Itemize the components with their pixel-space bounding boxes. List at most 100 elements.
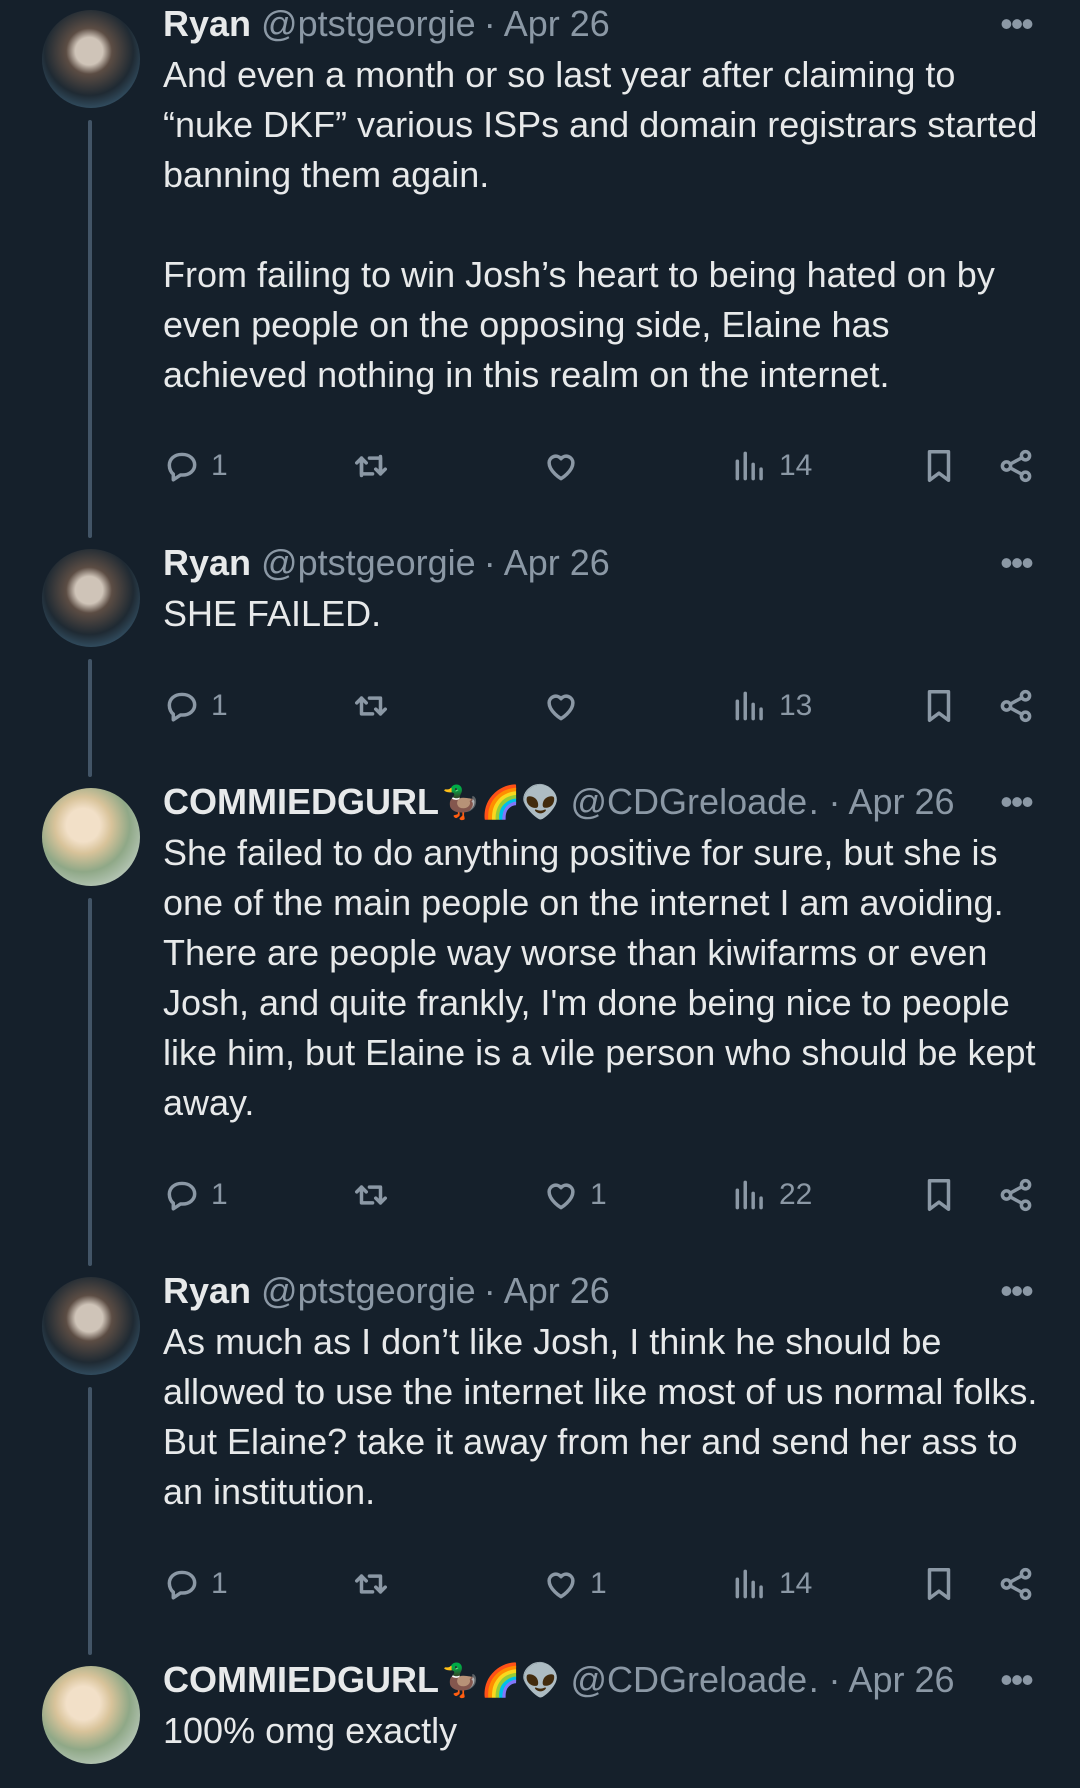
bookmark-button[interactable]	[920, 676, 958, 736]
avatar[interactable]	[42, 1666, 140, 1764]
like-button[interactable]	[542, 676, 590, 736]
bookmark-icon	[927, 1568, 951, 1600]
user-handle[interactable]: @ptstgeorgie	[261, 539, 476, 587]
tweet-date[interactable]: Apr 26	[849, 778, 955, 826]
retweet-button[interactable]	[352, 1165, 400, 1225]
tweet-header: Ryan @ptstgeorgie · Apr 26	[163, 1267, 1038, 1315]
tweet-date[interactable]: Apr 26	[504, 1267, 610, 1315]
reply-button[interactable]: 1	[163, 676, 228, 736]
views-count: 13	[779, 689, 813, 722]
share-button[interactable]	[997, 676, 1035, 736]
tweet-header: Ryan @ptstgeorgie · Apr 26	[163, 0, 1038, 48]
tweet-header: COMMIEDGURL 🦆🌈👽 @CDGreloade… · Apr 26	[163, 778, 1038, 826]
reply-count: 1	[211, 689, 228, 722]
tweet-date[interactable]: Apr 26	[504, 0, 610, 48]
tweet-text: She failed to do anything positive for s…	[163, 832, 1046, 1123]
heart-icon	[547, 1183, 575, 1210]
bookmark-icon	[927, 1179, 951, 1211]
more-icon[interactable]: •••	[994, 1656, 1038, 1704]
reply-button[interactable]: 1	[163, 1165, 228, 1225]
reply-icon	[167, 1181, 197, 1211]
avatar[interactable]	[42, 1277, 140, 1375]
retweet-button[interactable]	[352, 436, 400, 496]
tweet[interactable]: COMMIEDGURL 🦆🌈👽 @CDGreloade… · Apr 26 ••…	[0, 1656, 1080, 1788]
retweet-button[interactable]	[352, 676, 400, 736]
tweet-date[interactable]: Apr 26	[849, 1656, 955, 1704]
views-button[interactable]: 22	[731, 1165, 812, 1225]
more-icon[interactable]: •••	[994, 539, 1038, 587]
reply-count: 1	[211, 1567, 228, 1600]
tweet[interactable]: COMMIEDGURL 🦆🌈👽 @CDGreloade… · Apr 26 ••…	[0, 778, 1080, 1268]
views-button[interactable]: 13	[731, 676, 812, 736]
heart-icon	[547, 694, 575, 721]
tweet-header: COMMIEDGURL 🦆🌈👽 @CDGreloade… · Apr 26	[163, 1656, 1038, 1704]
display-name[interactable]: COMMIEDGURL	[163, 778, 439, 826]
share-icon	[1000, 689, 1032, 723]
retweet-icon	[355, 1574, 387, 1594]
more-icon[interactable]: •••	[994, 1267, 1038, 1315]
reply-icon	[167, 692, 197, 722]
separator: ·	[483, 3, 496, 44]
bookmark-button[interactable]	[920, 436, 958, 496]
share-icon	[1000, 449, 1032, 483]
tweet-actions: 1 1 14	[0, 1554, 1080, 1614]
views-icon	[735, 1180, 763, 1210]
share-icon	[1000, 1567, 1032, 1601]
tweet[interactable]: Ryan @ptstgeorgie · Apr 26 ••• SHE FAILE…	[0, 539, 1080, 779]
display-name[interactable]: Ryan	[163, 0, 251, 48]
bookmark-icon	[927, 690, 951, 722]
name-emojis: 🦆🌈👽	[440, 784, 561, 820]
separator: ·	[828, 1659, 841, 1700]
views-icon	[735, 451, 763, 481]
display-name[interactable]: Ryan	[163, 1267, 251, 1315]
tweet[interactable]: Ryan @ptstgeorgie · Apr 26 ••• And even …	[0, 0, 1080, 540]
separator: ·	[483, 542, 496, 583]
bookmark-icon	[927, 450, 951, 482]
separator: ·	[828, 781, 841, 822]
user-handle[interactable]: @ptstgeorgie	[261, 0, 476, 48]
bookmark-button[interactable]	[920, 1554, 958, 1614]
like-count: 1	[590, 1178, 607, 1211]
tweet-actions: 1 14	[0, 436, 1080, 496]
reply-icon	[167, 1570, 197, 1600]
like-button[interactable]: 1	[542, 1165, 607, 1225]
more-icon[interactable]: •••	[994, 0, 1038, 48]
views-button[interactable]: 14	[731, 1554, 812, 1614]
tweet-header: Ryan @ptstgeorgie · Apr 26	[163, 539, 1038, 587]
avatar[interactable]	[42, 788, 140, 886]
views-icon	[735, 691, 763, 721]
like-count: 1	[590, 1567, 607, 1600]
user-handle[interactable]: @ptstgeorgie	[261, 1267, 476, 1315]
heart-icon	[547, 1572, 575, 1599]
like-button[interactable]	[542, 436, 590, 496]
user-handle[interactable]: @CDGreloade…	[571, 778, 821, 826]
retweet-button[interactable]	[352, 1554, 400, 1614]
views-icon	[735, 1569, 763, 1599]
retweet-icon	[355, 696, 387, 716]
tweet-actions: 1 1 22	[0, 1165, 1080, 1225]
retweet-icon	[355, 454, 387, 478]
user-handle[interactable]: @CDGreloade…	[571, 1656, 821, 1704]
share-button[interactable]	[997, 1165, 1035, 1225]
tweet-text: As much as I don’t like Josh, I think he…	[163, 1321, 1048, 1512]
display-name[interactable]: Ryan	[163, 539, 251, 587]
display-name[interactable]: COMMIEDGURL	[163, 1656, 439, 1704]
share-button[interactable]	[997, 436, 1035, 496]
thread-line	[88, 1387, 92, 1655]
reply-button[interactable]: 1	[163, 1554, 228, 1614]
bookmark-button[interactable]	[920, 1165, 958, 1225]
tweet-date[interactable]: Apr 26	[504, 539, 610, 587]
more-icon[interactable]: •••	[994, 778, 1038, 826]
avatar[interactable]	[42, 549, 140, 647]
reply-button[interactable]: 1	[163, 436, 228, 496]
tweet-actions: 1 13	[0, 676, 1080, 736]
tweet-text: 100% omg exactly	[163, 1710, 458, 1751]
views-button[interactable]: 14	[731, 436, 812, 496]
reply-icon	[167, 452, 197, 482]
like-button[interactable]: 1	[542, 1554, 607, 1614]
tweet[interactable]: Ryan @ptstgeorgie · Apr 26 ••• As much a…	[0, 1267, 1080, 1657]
separator: ·	[483, 1270, 496, 1311]
share-button[interactable]	[997, 1554, 1035, 1614]
reply-count: 1	[211, 1178, 228, 1211]
avatar[interactable]	[42, 10, 140, 108]
